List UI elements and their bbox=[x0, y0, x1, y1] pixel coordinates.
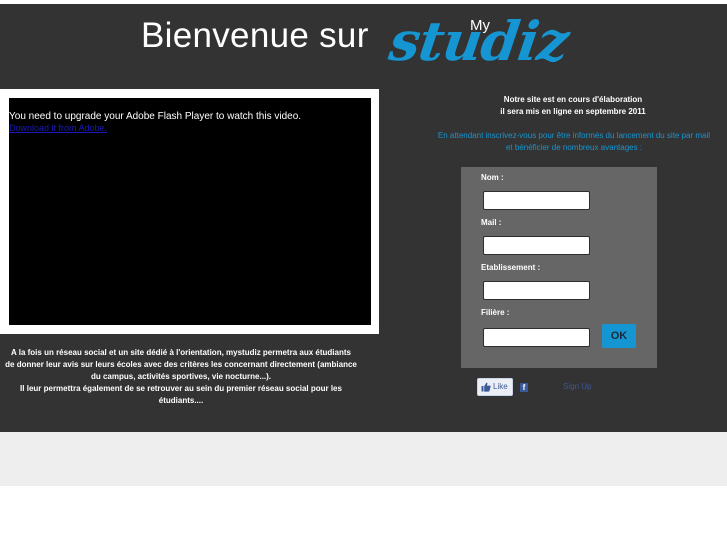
welcome-heading: Bienvenue sur bbox=[141, 16, 369, 55]
video-frame: You need to upgrade your Adobe Flash Pla… bbox=[0, 89, 379, 334]
invite-line: En attendant inscrivez-vous pour être in… bbox=[437, 131, 711, 140]
signup-invite: En attendant inscrivez-vous pour être in… bbox=[418, 130, 727, 154]
flash-upgrade-message: You need to upgrade your Adobe Flash Pla… bbox=[9, 111, 302, 122]
major-label: Filière : bbox=[481, 308, 510, 317]
description-line: étudiants.... bbox=[158, 396, 204, 405]
launch-notice: Notre site est en cours d'élaboration il… bbox=[423, 94, 723, 118]
footer-band bbox=[0, 432, 727, 486]
name-input[interactable] bbox=[483, 191, 590, 210]
description-line: de donner leur avis sur leurs écoles ave… bbox=[5, 360, 357, 369]
notice-line: Notre site est en cours d'élaboration bbox=[503, 95, 643, 104]
like-label: Like bbox=[493, 382, 508, 391]
signup-form: Nom : Mail : Etablissement : Filière : O… bbox=[461, 167, 657, 368]
facebook-like-button[interactable]: Like bbox=[477, 378, 513, 396]
logo-my: My bbox=[470, 17, 490, 34]
video-player[interactable]: You need to upgrade your Adobe Flash Pla… bbox=[9, 98, 371, 325]
mail-label: Mail : bbox=[481, 218, 502, 227]
school-input[interactable] bbox=[483, 281, 590, 300]
school-label: Etablissement : bbox=[481, 263, 541, 272]
ok-button[interactable]: OK bbox=[602, 324, 636, 348]
description-line: A la fois un réseau social et un site dé… bbox=[11, 348, 351, 357]
download-flash-link[interactable]: Download it from Adobe. bbox=[9, 123, 107, 133]
name-label: Nom : bbox=[481, 173, 504, 182]
facebook-icon[interactable]: f bbox=[520, 383, 528, 392]
sign-up-link[interactable]: Sign Up bbox=[563, 382, 591, 391]
main-panel: Bienvenue sur studiz My You need to upgr… bbox=[0, 4, 727, 432]
major-input[interactable] bbox=[483, 328, 590, 347]
mail-input[interactable] bbox=[483, 236, 590, 255]
site-description: A la fois un réseau social et un site dé… bbox=[0, 347, 362, 407]
notice-line: il sera mis en ligne en septembre 2011 bbox=[500, 107, 646, 116]
description-line: Il leur permettra également de se retrou… bbox=[20, 384, 342, 393]
description-line: du campus, activités sportives, vie noct… bbox=[90, 372, 272, 381]
studiz-logo[interactable]: studiz My bbox=[386, 9, 588, 75]
thumbs-up-icon bbox=[481, 382, 491, 392]
invite-line: et bénéficier de nombreux avantages : bbox=[505, 143, 643, 152]
